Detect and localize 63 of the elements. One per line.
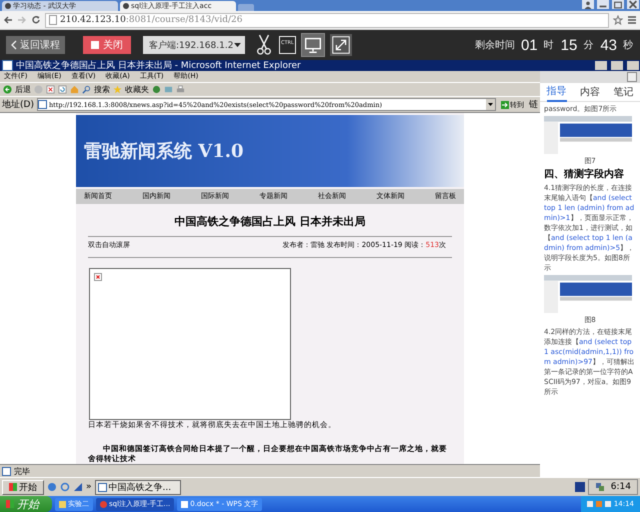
menu-icon[interactable] — [627, 15, 637, 25]
more-chevron[interactable]: » — [86, 482, 92, 492]
panel-tab[interactable]: 指导 — [546, 82, 567, 102]
panel-tab[interactable]: 笔记 — [613, 83, 634, 101]
scissors-icon[interactable] — [255, 34, 273, 56]
page-icon — [49, 15, 57, 25]
windows-flag-icon — [9, 483, 17, 491]
start-button[interactable]: 开始 — [2, 480, 44, 494]
reload-icon[interactable] — [31, 15, 41, 25]
timer-value: 15 — [560, 36, 578, 54]
close-button[interactable]: 关闭 — [83, 36, 131, 54]
timer-unit: 秒 — [623, 38, 633, 52]
window-title: 中国高铁之争德国占上风 日本并未出局 - Microsoft Internet Explorer — [16, 60, 301, 72]
section-heading: 四、猜测字段内容 — [544, 168, 625, 181]
monitor-icon[interactable] — [302, 34, 324, 56]
network-icon[interactable] — [594, 482, 605, 492]
star-icon[interactable] — [613, 15, 623, 25]
printer-icon[interactable] — [176, 85, 185, 94]
folder-icon — [59, 500, 66, 508]
back-arrow-icon[interactable] — [3, 15, 13, 25]
back-arrow-icon[interactable] — [3, 85, 12, 94]
back-button[interactable]: 后退 — [15, 84, 31, 95]
square-icon — [91, 41, 99, 49]
timer-unit: 时 — [544, 38, 554, 52]
links-label[interactable]: 链 — [529, 98, 538, 111]
url-field[interactable]: 210.42.123.10:8081/course/8143/vid/26 — [45, 12, 609, 28]
timer-unit: 分 — [583, 39, 594, 52]
clock: 6:14 — [610, 482, 631, 492]
triangle-icon[interactable] — [73, 482, 83, 492]
timer-value: 43 — [600, 36, 617, 54]
refresh-icon[interactable] — [58, 85, 67, 94]
search-icon[interactable] — [82, 85, 91, 94]
minimize-button[interactable] — [627, 72, 637, 82]
windows-flag-icon — [6, 500, 14, 508]
site-title: 雷驰新闻系统 V1.0 — [84, 140, 244, 163]
document-icon — [2, 60, 13, 71]
star-icon[interactable] — [113, 85, 122, 94]
article-title: 中国高铁之争德国占上风 日本并未出局 — [174, 214, 366, 229]
chevron-left-icon — [11, 40, 17, 50]
client-select[interactable]: 客户端:192.168.1.2 — [143, 36, 245, 54]
app-icon[interactable] — [574, 482, 585, 492]
favorites-button[interactable]: 收藏夹 — [125, 84, 149, 95]
stop-icon[interactable] — [46, 85, 55, 94]
dropdown-arrow-icon — [234, 42, 241, 48]
refresh-icon[interactable] — [60, 482, 70, 492]
go-arrow-icon — [501, 100, 509, 108]
minimize-icon[interactable] — [597, 0, 609, 9]
close-icon[interactable] — [627, 0, 639, 9]
panel-tab[interactable]: 内容 — [580, 83, 600, 101]
status-text: 完毕 — [14, 466, 30, 476]
person-icon[interactable] — [582, 0, 594, 9]
restore-icon[interactable] — [612, 0, 624, 9]
fullscreen-icon[interactable] — [330, 34, 352, 56]
search-button[interactable]: 搜索 — [94, 84, 110, 95]
address-label: 地址(D) — [2, 98, 34, 111]
taskbar-window-button[interactable]: 中国高铁之争... — [94, 480, 181, 494]
page-icon — [98, 482, 107, 492]
start-button[interactable]: 开始 — [0, 496, 52, 512]
timer-label: 剩余时间 — [474, 38, 515, 52]
broken-image-icon — [94, 273, 102, 281]
back-button[interactable]: 返回课程 — [6, 36, 65, 54]
page-icon — [38, 100, 47, 109]
timer-value: 01 — [520, 36, 538, 54]
